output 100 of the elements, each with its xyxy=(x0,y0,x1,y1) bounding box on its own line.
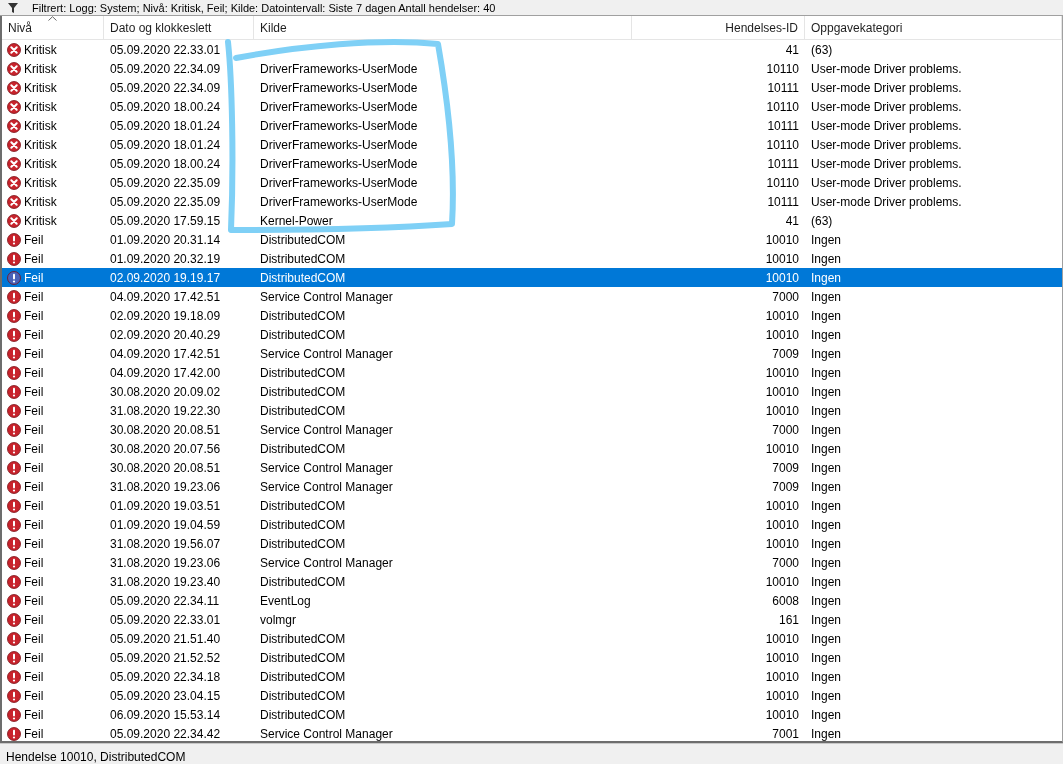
event-id-cell: 10010 xyxy=(765,327,799,342)
event-row[interactable]: Kritisk 05.09.2020 22.33.01 41 (63) xyxy=(2,40,1062,59)
event-row[interactable]: Feil 02.09.2020 19.18.09 DistributedCOM 10010 Ingen xyxy=(2,306,1062,325)
critical-error-icon xyxy=(7,118,21,133)
category-cell: Ingen xyxy=(811,669,842,684)
date-cell: 05.09.2020 22.33.01 xyxy=(110,612,221,627)
error-icon xyxy=(7,593,21,608)
source-cell: Service Control Manager xyxy=(260,479,393,494)
column-header[interactable]: Oppgavekategori xyxy=(811,20,903,35)
column-header[interactable]: Hendelses-ID xyxy=(725,20,798,35)
source-cell: Kernel-Power xyxy=(260,213,333,228)
event-row[interactable]: Feil 05.09.2020 22.34.11 EventLog 6008 Ingen xyxy=(2,591,1062,610)
event-row[interactable]: Feil 30.08.2020 20.09.02 DistributedCOM 10010 Ingen xyxy=(2,382,1062,401)
event-row[interactable]: Feil 01.09.2020 19.03.51 DistributedCOM 10010 Ingen xyxy=(2,496,1062,515)
column-header[interactable]: Kilde xyxy=(260,20,287,35)
event-id-cell: 10110 xyxy=(766,175,799,190)
event-row[interactable]: Feil 05.09.2020 23.04.15 DistributedCOM 10010 Ingen xyxy=(2,686,1062,705)
level-text: Feil xyxy=(24,574,44,589)
date-cell: 31.08.2020 19.23.40 xyxy=(110,574,221,589)
source-cell: DriverFrameworks-UserMode xyxy=(260,175,418,190)
event-row[interactable]: Kritisk 05.09.2020 18.01.24 DriverFrameworks-UserMode 10111 User-mode Driver problems. xyxy=(2,116,1062,135)
source-cell: DriverFrameworks-UserMode xyxy=(260,194,418,209)
event-id-cell: 10111 xyxy=(767,80,799,95)
error-icon xyxy=(7,669,21,684)
event-id-cell: 10010 xyxy=(765,688,799,703)
event-row[interactable]: Feil 04.09.2020 17.42.51 Service Control Manager 7000 Ingen xyxy=(2,287,1062,306)
event-id-cell: 161 xyxy=(778,612,799,627)
event-row[interactable]: Feil 31.08.2020 19.22.30 DistributedCOM 10010 Ingen xyxy=(2,401,1062,420)
error-icon xyxy=(7,498,21,513)
date-cell: 30.08.2020 20.09.02 xyxy=(110,384,221,399)
event-row[interactable]: Feil 04.09.2020 17.42.51 Service Control Manager 7009 Ingen xyxy=(2,344,1062,363)
source-cell: DistributedCOM xyxy=(260,308,346,323)
column-header[interactable]: Nivå xyxy=(8,20,32,35)
column-header[interactable]: Dato og klokkeslett xyxy=(110,20,212,35)
date-cell: 05.09.2020 22.34.09 xyxy=(110,80,221,95)
level-text: Feil xyxy=(24,460,44,475)
error-icon xyxy=(7,707,21,722)
date-cell: 05.09.2020 22.34.11 xyxy=(110,593,220,608)
event-row[interactable]: Feil 31.08.2020 19.23.40 DistributedCOM 10010 Ingen xyxy=(2,572,1062,591)
category-cell: (63) xyxy=(811,213,833,228)
event-row[interactable]: Feil 01.09.2020 20.31.14 DistributedCOM 10010 Ingen xyxy=(2,230,1062,249)
error-icon xyxy=(7,308,21,323)
event-row[interactable]: Feil 30.08.2020 20.08.51 Service Control Manager 7009 Ingen xyxy=(2,458,1062,477)
date-cell: 31.08.2020 19.23.06 xyxy=(110,555,221,570)
category-cell: Ingen xyxy=(811,593,842,608)
event-id-cell: 10010 xyxy=(765,308,799,323)
event-id-cell: 10110 xyxy=(766,61,799,76)
event-row[interactable]: Feil 01.09.2020 19.04.59 DistributedCOM 10010 Ingen xyxy=(2,515,1062,534)
event-row[interactable]: Kritisk 05.09.2020 22.34.09 DriverFrameworks-UserMode 10111 User-mode Driver problems. xyxy=(2,78,1062,97)
event-row[interactable]: Feil 05.09.2020 22.34.18 DistributedCOM 10010 Ingen xyxy=(2,667,1062,686)
level-text: Feil xyxy=(24,365,44,380)
level-text: Kritisk xyxy=(24,99,57,114)
event-row[interactable]: Feil 06.09.2020 15.53.14 DistributedCOM 10010 Ingen xyxy=(2,705,1062,724)
level-text: Kritisk xyxy=(24,156,57,171)
event-id-cell: 10010 xyxy=(765,574,799,589)
event-row[interactable]: Feil 02.09.2020 20.40.29 DistributedCOM 10010 Ingen xyxy=(2,325,1062,344)
event-row[interactable]: Feil 31.08.2020 19.56.07 DistributedCOM 10010 Ingen xyxy=(2,534,1062,553)
event-row[interactable]: Feil 05.09.2020 22.34.42 Service Control Manager 7001 Ingen xyxy=(2,724,1062,743)
event-id-cell: 10111 xyxy=(767,118,799,133)
error-icon xyxy=(7,365,21,380)
date-cell: 02.09.2020 19.19.17 xyxy=(110,270,221,285)
event-row[interactable]: Feil 05.09.2020 21.51.40 DistributedCOM 10010 Ingen xyxy=(2,629,1062,648)
event-id-cell: 10010 xyxy=(765,517,799,532)
event-row[interactable]: Kritisk 05.09.2020 17.59.15 Kernel-Power 41 (63) xyxy=(2,211,1062,230)
event-row[interactable]: Feil 05.09.2020 22.33.01 volmgr 161 Ingen xyxy=(2,610,1062,629)
error-icon xyxy=(7,612,21,627)
category-cell: Ingen xyxy=(811,365,842,380)
event-row[interactable]: Kritisk 05.09.2020 22.34.09 DriverFrameworks-UserMode 10110 User-mode Driver problems. xyxy=(2,59,1062,78)
date-cell: 30.08.2020 20.08.51 xyxy=(110,422,221,437)
event-row[interactable]: Feil 30.08.2020 20.07.56 DistributedCOM 10010 Ingen xyxy=(2,439,1062,458)
event-row[interactable]: Feil 05.09.2020 21.52.52 DistributedCOM 10010 Ingen xyxy=(2,648,1062,667)
event-row[interactable]: Kritisk 05.09.2020 18.01.24 DriverFrameworks-UserMode 10110 User-mode Driver problems. xyxy=(2,135,1062,154)
source-cell: EventLog xyxy=(260,593,311,608)
level-text: Feil xyxy=(24,726,44,741)
category-cell: User-mode Driver problems. xyxy=(811,156,962,171)
filter-summary: Filtrert: Logg: System; Nivå: Kritisk, Feil; Kilde: Datointervall: Siste 7 dagen Antall hendelser: 40 xyxy=(32,1,496,14)
event-row[interactable]: Feil 01.09.2020 20.32.19 DistributedCOM 10010 Ingen xyxy=(2,249,1062,268)
event-row[interactable]: Feil 31.08.2020 19.23.06 Service Control Manager 7000 Ingen xyxy=(2,553,1062,572)
event-row[interactable]: Feil 04.09.2020 17.42.00 DistributedCOM 10010 Ingen xyxy=(2,363,1062,382)
date-cell: 05.09.2020 22.35.09 xyxy=(110,194,221,209)
event-row[interactable]: Kritisk 05.09.2020 18.00.24 DriverFrameworks-UserMode 10110 User-mode Driver problems. xyxy=(2,97,1062,116)
category-cell: Ingen xyxy=(811,460,842,475)
date-cell: 05.09.2020 18.00.24 xyxy=(110,99,221,114)
event-row[interactable]: Kritisk 05.09.2020 18.00.24 DriverFrameworks-UserMode 10111 User-mode Driver problems. xyxy=(2,154,1062,173)
event-row[interactable]: Kritisk 05.09.2020 22.35.09 DriverFrameworks-UserMode 10111 User-mode Driver problems. xyxy=(2,192,1062,211)
error-icon xyxy=(7,536,21,551)
date-cell: 02.09.2020 20.40.29 xyxy=(110,327,221,342)
level-text: Feil xyxy=(24,308,44,323)
event-row[interactable]: Feil 30.08.2020 20.08.51 Service Control Manager 7000 Ingen xyxy=(2,420,1062,439)
critical-error-icon xyxy=(7,80,21,95)
event-row[interactable]: Feil 02.09.2020 19.19.17 DistributedCOM 10010 Ingen xyxy=(2,268,1062,287)
source-cell: DistributedCOM xyxy=(260,669,346,684)
event-row[interactable]: Feil 31.08.2020 19.23.06 Service Control Manager 7009 Ingen xyxy=(2,477,1062,496)
category-cell: Ingen xyxy=(811,650,842,665)
date-cell: 30.08.2020 20.08.51 xyxy=(110,460,221,475)
category-cell: User-mode Driver problems. xyxy=(811,80,962,95)
category-cell: Ingen xyxy=(811,251,842,266)
event-row[interactable]: Kritisk 05.09.2020 22.35.09 DriverFrameworks-UserMode 10110 User-mode Driver problems. xyxy=(2,173,1062,192)
category-cell: Ingen xyxy=(811,688,842,703)
error-icon xyxy=(7,555,21,570)
